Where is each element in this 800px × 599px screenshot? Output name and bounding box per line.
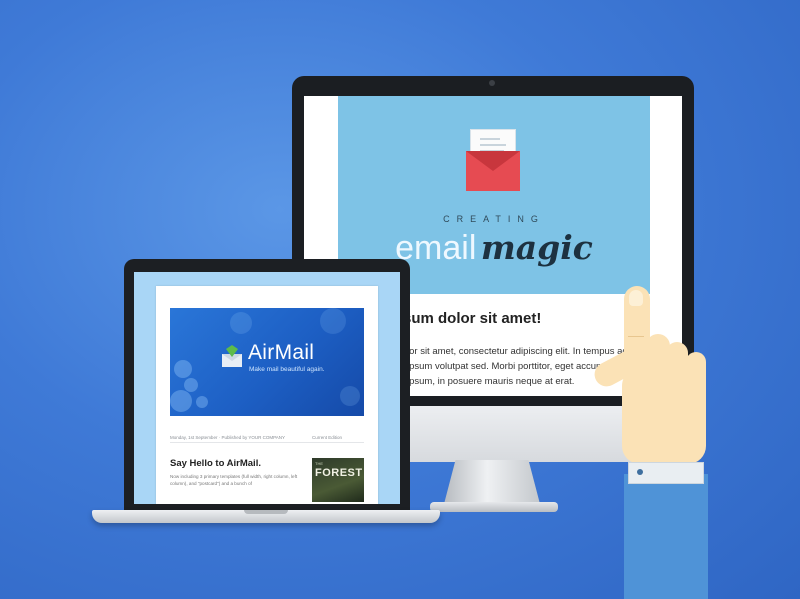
newsletter-page: AirMail Make mail beautiful again. Monda… <box>156 286 378 504</box>
post-heading: Say Hello to AirMail. <box>170 458 261 469</box>
monitor-stand-base <box>430 502 558 512</box>
laptop-screen: AirMail Make mail beautiful again. Monda… <box>134 272 400 504</box>
monitor-camera <box>489 80 495 86</box>
post-meta: Monday, 1st September · Published by YOU… <box>170 435 286 440</box>
divider <box>170 442 364 443</box>
laptop-lid-notch <box>244 510 288 514</box>
thumb-title: FOREST <box>315 467 363 479</box>
sleeve <box>624 474 708 599</box>
fingernail <box>629 290 643 306</box>
airmail-envelope-icon <box>222 345 242 367</box>
sidebar-label: Current Edition <box>312 435 343 440</box>
envelope-letter-icon <box>466 129 520 191</box>
airmail-banner: AirMail Make mail beautiful again. <box>170 308 364 416</box>
cuff-button <box>637 469 643 475</box>
hero-title-bold: magic <box>480 228 593 267</box>
airmail-tagline: Make mail beautiful again. <box>249 366 325 373</box>
email-heading: sum dolor sit amet! <box>403 310 542 327</box>
airmail-title: AirMail <box>248 341 315 364</box>
monitor-stand <box>444 460 540 504</box>
post-excerpt: Now including 3 primary templates (full … <box>170 474 298 486</box>
knuckle-line <box>628 336 644 337</box>
hero-kicker: CREATING <box>443 214 545 224</box>
edition-thumbnail: THE FOREST <box>312 458 364 502</box>
thumb-kicker: THE <box>315 461 323 466</box>
